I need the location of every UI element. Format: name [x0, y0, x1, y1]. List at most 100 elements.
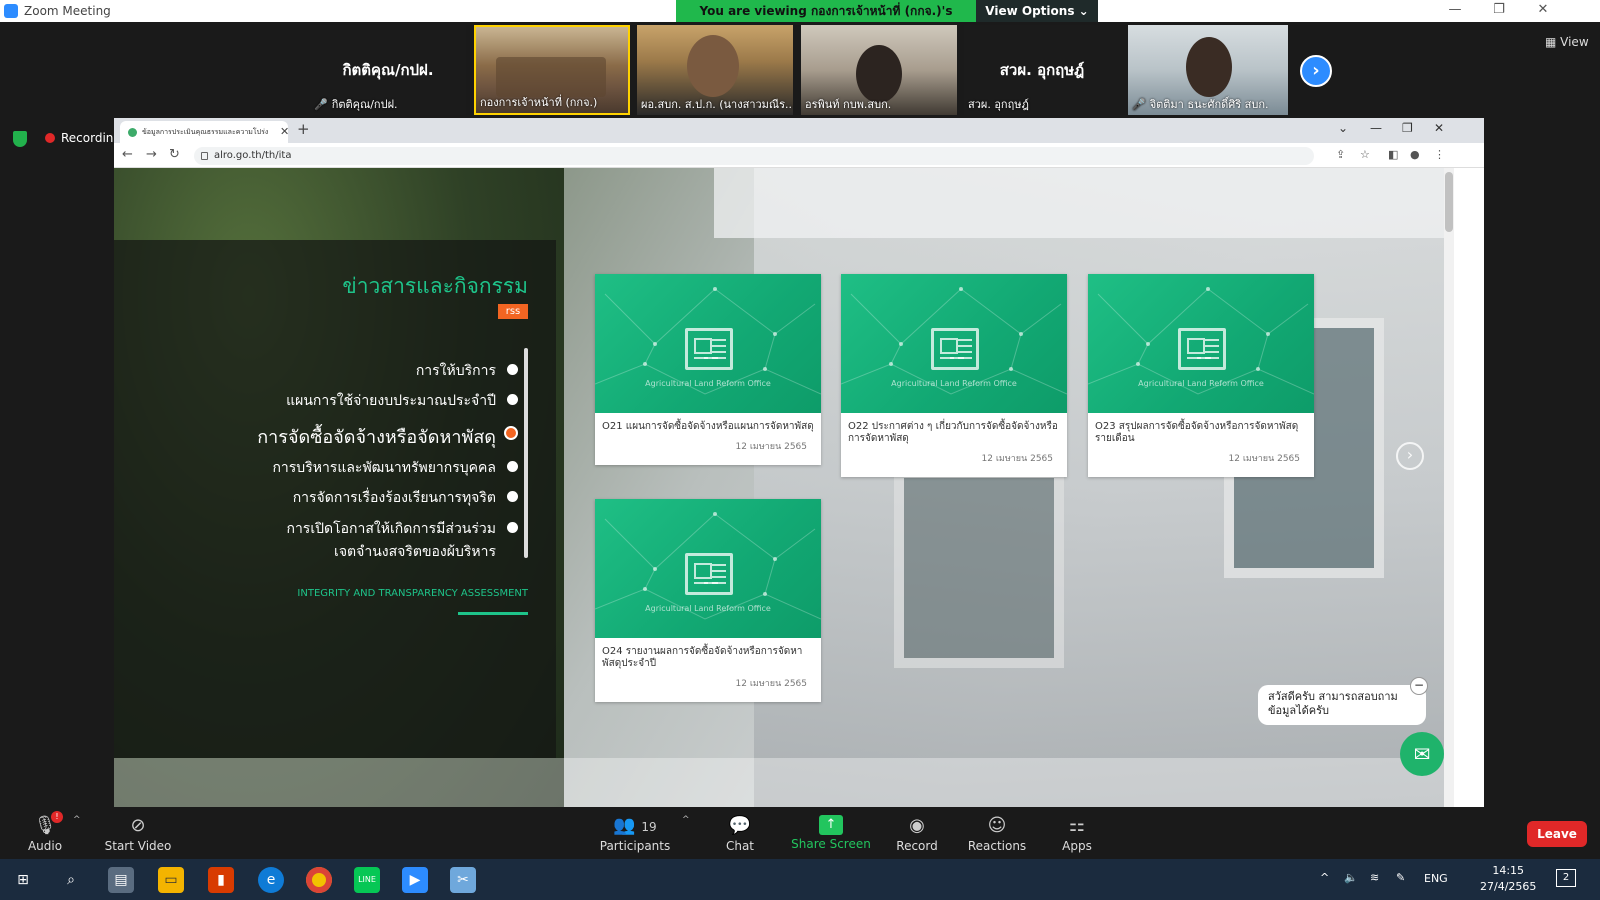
participant-tile[interactable]: กิตติคุณ/กปฝ. 🎤 กิตติคุณ/กปฝ.	[310, 25, 466, 115]
minimize-icon[interactable]: —	[1440, 2, 1470, 17]
tab-close-icon[interactable]: ✕	[280, 121, 288, 143]
chat-button[interactable]: 💬 Chat	[700, 807, 780, 859]
menu-item-clip: เจตจำนงสุจริตของผู้บริหาร	[334, 544, 496, 556]
menu-item-services[interactable]: การให้บริการ	[416, 360, 496, 382]
start-video-button[interactable]: ⊘ Start Video	[98, 807, 178, 859]
bookmark-star-icon[interactable]: ☆	[1360, 148, 1370, 161]
system-clock[interactable]: 14:15 27/4/2565	[1480, 863, 1536, 895]
browser-menu-icon[interactable]: ⋮	[1434, 148, 1445, 161]
view-button[interactable]: ▦ View	[1545, 35, 1589, 49]
browser-restore-icon[interactable]: ❐	[1402, 121, 1413, 135]
card-thumbnail: Agricultural Land Reform Office	[595, 499, 821, 638]
card-org: Agricultural Land Reform Office	[891, 379, 1017, 388]
office-app-icon[interactable]: ▮	[208, 867, 234, 893]
participant-video-person	[687, 35, 739, 97]
apps-button[interactable]: ⚏ Apps	[1037, 807, 1117, 859]
participant-display-name: กิตติคุณ/กปฝ.	[342, 61, 434, 79]
page-scrollbar[interactable]	[1444, 168, 1454, 808]
participant-tile[interactable]: ผอ.สบก. ส.ป.ก. (นางสาวมณีร...	[637, 25, 793, 115]
file-explorer-icon[interactable]: ▭	[158, 867, 184, 893]
wifi-icon[interactable]: ≋	[1370, 871, 1379, 884]
menu-scroll-track[interactable]	[524, 348, 528, 558]
card-org: Agricultural Land Reform Office	[645, 379, 771, 388]
side-panel-icon[interactable]: ◧	[1388, 148, 1398, 161]
zoom-app-taskbar-icon[interactable]: ▶	[402, 867, 428, 893]
url-field[interactable]: alro.go.th/th/ita	[194, 147, 1314, 165]
menu-item-hr-management[interactable]: การบริหารและพัฒนาทรัพยากรบุคคล	[272, 457, 496, 479]
restore-icon[interactable]: ❐	[1484, 2, 1514, 17]
reload-icon[interactable]: ↻	[169, 147, 180, 162]
document-card[interactable]: Agricultural Land Reform Office O22 ประก…	[841, 274, 1067, 477]
document-card[interactable]: Agricultural Land Reform Office O21 แผนก…	[595, 274, 821, 465]
chat-minimize-icon[interactable]: −	[1410, 677, 1428, 695]
zoom-app-icon	[4, 4, 18, 18]
share-screen-button[interactable]: ↑ Share Screen	[788, 807, 874, 859]
participant-tile[interactable]: อรพินท์ กบพ.สบก.	[801, 25, 957, 115]
chat-greeting-bubble[interactable]: สวัสดีครับ สามารถสอบถามข้อมูลได้ครับ	[1258, 685, 1426, 725]
recording-indicator[interactable]: Recording	[45, 131, 121, 145]
next-participants-arrow-icon[interactable]: ›	[1300, 55, 1332, 87]
file-viewer-app-icon[interactable]: ▤	[108, 867, 134, 893]
search-icon[interactable]: ⌕	[58, 867, 84, 893]
volume-icon[interactable]: 🔈	[1344, 871, 1358, 884]
leave-meeting-button[interactable]: Leave	[1527, 821, 1587, 847]
close-icon[interactable]: ✕	[1528, 2, 1558, 17]
edge-browser-icon[interactable]: e	[258, 867, 284, 893]
share-icon[interactable]: ⇪	[1336, 148, 1345, 161]
language-indicator[interactable]: ENG	[1424, 872, 1448, 885]
back-icon[interactable]: ←	[122, 147, 133, 162]
browser-close-icon[interactable]: ✕	[1434, 121, 1444, 135]
participant-name: สวผ. อุกฤษฎ์	[968, 98, 1029, 111]
record-icon: ◉	[909, 815, 925, 836]
record-button[interactable]: ◉ Record	[877, 807, 957, 859]
menu-dot[interactable]	[507, 522, 518, 533]
snipping-tool-icon[interactable]: ✂	[450, 867, 476, 893]
menu-dot[interactable]	[507, 364, 518, 375]
line-app-icon[interactable]: LINE	[354, 867, 380, 893]
forward-icon[interactable]: →	[146, 147, 157, 162]
participant-tile[interactable]: สวผ. อุกฤษฎ์ สวผ. อุกฤษฎ์	[964, 25, 1120, 115]
menu-dot-active[interactable]	[504, 426, 518, 440]
messenger-chat-icon[interactable]: ✉	[1400, 732, 1444, 776]
document-card[interactable]: Agricultural Land Reform Office O23 สรุป…	[1088, 274, 1314, 477]
card-date: 12 เมษายน 2565	[981, 454, 1054, 464]
participants-button[interactable]: 👥 19 Participants	[590, 807, 680, 859]
profile-icon[interactable]: ●	[1410, 148, 1420, 161]
participants-caret-icon[interactable]: ^	[682, 815, 690, 825]
ita-link[interactable]: INTEGRITY AND TRANSPARENCY ASSESSMENT	[297, 588, 528, 599]
browser-minimize-icon[interactable]: —	[1370, 121, 1382, 135]
pen-icon[interactable]: ✎	[1396, 871, 1405, 884]
encryption-shield-icon[interactable]	[13, 131, 27, 147]
menu-item-budget-plan[interactable]: แผนการใช้จ่ายงบประมาณประจำปี	[286, 390, 496, 412]
menu-dot[interactable]	[507, 461, 518, 472]
chrome-browser-icon[interactable]	[306, 867, 332, 893]
mic-muted-icon: 🎤	[314, 98, 328, 111]
carousel-next-arrow-icon[interactable]: ›	[1396, 442, 1424, 470]
card-org: Agricultural Land Reform Office	[1138, 379, 1264, 388]
windows-start-icon[interactable]: ⊞	[10, 867, 36, 893]
recording-label: Recording	[61, 131, 122, 145]
scrollbar-thumb[interactable]	[1445, 172, 1453, 232]
participant-name: อรพินท์ กบพ.สบก.	[805, 98, 892, 111]
document-card[interactable]: Agricultural Land Reform Office O24 รายง…	[595, 499, 821, 702]
audio-options-caret-icon[interactable]: ^	[73, 815, 81, 825]
browser-tab[interactable]: ข้อมูลการประเมินคุณธรรมและความโปร่ง ✕	[120, 121, 288, 143]
rss-button[interactable]: rss	[498, 304, 528, 319]
tray-chevron-icon[interactable]: ^	[1320, 871, 1329, 884]
menu-item-procurement[interactable]: การจัดซื้อจัดจ้างหรือจัดหาพัสดุ	[257, 422, 496, 451]
view-options-button[interactable]: View Options ⌄	[976, 0, 1098, 22]
tab-search-chevron-icon[interactable]: ⌄	[1338, 121, 1348, 135]
menu-dot[interactable]	[507, 394, 518, 405]
web-page: ข่าวสารและกิจกรรม rss การให้บริการ แผนกา…	[114, 168, 1444, 808]
background-roof	[714, 168, 1444, 238]
notifications-icon[interactable]: 2	[1556, 869, 1576, 887]
participant-tile-active-speaker[interactable]: กองการเจ้าหน้าที่ (กกจ.)	[474, 25, 630, 115]
reactions-button[interactable]: ☺ Reactions	[957, 807, 1037, 859]
participant-tile[interactable]: 🎤 จิตติมา ธนะศักดิ์ศิริ สบก.	[1128, 25, 1288, 115]
chat-bubble-icon: 💬	[728, 815, 752, 836]
menu-item-complaints[interactable]: การจัดการเรื่องร้องเรียนการทุจริต	[293, 487, 496, 509]
menu-dot[interactable]	[507, 491, 518, 502]
menu-item-integrity[interactable]: เจตจำนงสุจริตของผู้บริหาร	[334, 544, 496, 556]
new-tab-icon[interactable]: +	[297, 120, 310, 138]
menu-item-participation[interactable]: การเปิดโอกาสให้เกิดการมีส่วนร่วม	[286, 518, 496, 540]
